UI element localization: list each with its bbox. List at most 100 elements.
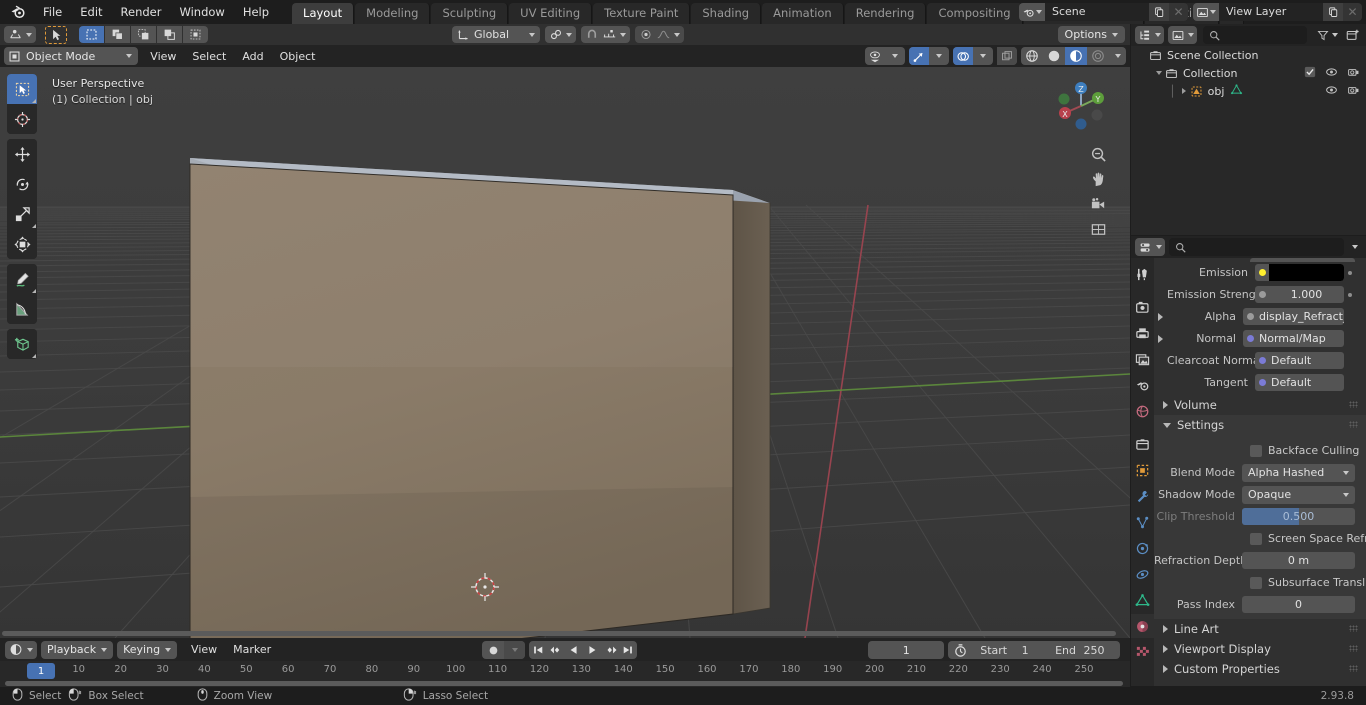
cursor-tool[interactable] [7,104,37,134]
new-collection-icon[interactable] [1345,28,1360,42]
tweak-select-box-tool[interactable] [7,74,37,104]
view-layer-browse-icon[interactable] [1193,3,1219,21]
auto-keying-toggle[interactable] [482,641,504,659]
active-tool-indicator[interactable] [45,25,67,44]
gizmo-chevron-down-icon[interactable] [929,47,949,65]
view-layer-new-icon[interactable] [1323,3,1343,21]
move-tool[interactable] [7,139,37,169]
blend-mode-select[interactable]: Alpha Hashed [1242,463,1355,482]
scale-tool[interactable] [7,199,37,229]
property-link-field[interactable]: display_Refract_inv... [1243,308,1344,325]
properties-editor-type[interactable] [1135,238,1165,256]
outliner-display-mode[interactable] [1168,26,1197,44]
outliner-row[interactable]: Collection [1131,64,1366,82]
scene-tab[interactable] [1131,373,1154,397]
property-value-field[interactable]: 1.000 [1255,286,1344,303]
panel-header-custom-properties[interactable]: Custom Properties [1154,659,1366,679]
output-tab[interactable] [1131,321,1154,345]
view-layer-name[interactable]: View Layer [1219,3,1323,21]
panel-header-volume[interactable]: Volume [1154,395,1366,415]
select-new-icon[interactable] [79,26,104,43]
viewport-menu-view[interactable]: View [142,48,184,65]
workspace-tab-sculpting[interactable]: Sculpting [431,3,509,24]
modifier-tab[interactable] [1131,484,1154,508]
overlays-chevron-down-icon[interactable] [973,47,993,65]
data-tab[interactable] [1131,588,1154,612]
view-layer-tab[interactable] [1131,347,1154,371]
stopwatch-icon[interactable] [953,643,968,658]
properties-options-chevron-down-icon[interactable] [1352,245,1358,249]
playback-menu[interactable]: Playback [41,640,114,659]
move-view-icon[interactable] [1087,168,1109,190]
expand-triangle-right-icon[interactable] [1154,312,1167,321]
timeline-scrollbar[interactable] [0,680,1130,687]
panel-grip[interactable] [1349,421,1358,428]
wireframe-shading-icon[interactable] [1021,47,1043,65]
timeline-ruler[interactable]: 10 20 30 40 50 60 70 80 90 100 110 120 130 140 150 160 1… [0,661,1130,682]
add-cube-tool[interactable] [7,329,37,359]
end-frame-value[interactable]: 250 [1080,644,1118,657]
row-render-toggle[interactable] [1347,84,1360,99]
object-tab[interactable] [1131,458,1154,482]
viewport-menu-add[interactable]: Add [234,48,271,65]
object-visibility-icon[interactable] [865,47,885,65]
editor-type-selector[interactable] [4,26,36,43]
timeline-menu-marker[interactable]: Marker [225,641,279,658]
subsurface-translucency-checkbox[interactable] [1250,576,1262,589]
rendered-shading-icon[interactable] [1087,47,1109,65]
rotate-tool[interactable] [7,169,37,199]
row-hide-toggle[interactable] [1325,66,1338,81]
outliner-editor-type[interactable] [1135,26,1164,44]
workspace-tab-compositing[interactable]: Compositing [927,3,1023,24]
refraction-depth-field[interactable]: 0 m [1242,552,1355,569]
properties-search-input[interactable] [1169,238,1344,256]
shading-chevron-down-icon[interactable] [1109,47,1126,65]
row-hide-toggle[interactable] [1325,84,1338,99]
outliner-row[interactable]: │ obj [1131,82,1366,100]
clip-threshold-slider[interactable]: 0.500 [1242,508,1355,525]
outliner-search-input[interactable] [1203,26,1307,44]
menu-edit[interactable]: Edit [71,2,111,22]
timeline-playhead[interactable]: 1 [27,663,55,679]
blender-logo-icon[interactable] [10,4,26,20]
workspace-tab-layout[interactable]: Layout [292,3,355,24]
transform-orientation-selector[interactable]: Global [452,26,541,43]
jump-to-end-button[interactable] [619,641,637,659]
screen-space-refraction-checkbox[interactable] [1250,532,1262,545]
view-layer-remove-button[interactable]: ✕ [1343,3,1362,21]
workspace-tab-rendering[interactable]: Rendering [844,3,927,24]
outliner-filter[interactable] [1313,26,1341,44]
start-frame-value[interactable]: 1 [1011,644,1049,657]
workspace-tab-texture-paint[interactable]: Texture Paint [593,3,691,24]
menu-render[interactable]: Render [112,2,171,22]
toggle-orthographic-icon[interactable] [1087,218,1109,240]
pivot-point-selector[interactable] [545,26,577,43]
3d-viewport[interactable]: User Perspective (1) Collection | obj Z … [0,67,1130,638]
shadow-mode-select[interactable]: Opaque [1242,485,1355,504]
texture-tab[interactable] [1131,640,1154,664]
animate-property-icon[interactable] [1344,292,1355,297]
property-link-field[interactable]: Normal/Map [1243,330,1344,347]
scene-name[interactable]: Scene [1045,3,1149,21]
transform-tool[interactable] [7,229,37,259]
backface-culling-checkbox[interactable] [1250,444,1262,457]
panel-grip[interactable] [1349,645,1358,652]
select-subtract-icon[interactable] [131,26,156,43]
scene-selector[interactable]: Scene ✕ [1019,3,1188,21]
expand-triangle-right-icon[interactable] [1178,88,1190,94]
next-keyframe-button[interactable] [601,641,619,659]
expand-triangle-down-icon[interactable] [1153,71,1165,75]
snap-group[interactable] [581,26,631,43]
workspace-tab-modeling[interactable]: Modeling [355,3,431,24]
play-reverse-button[interactable] [565,641,583,659]
measure-tool[interactable] [7,294,37,324]
visibility-chevron-down-icon[interactable] [885,47,905,65]
workspace-tab-animation[interactable]: Animation [762,3,844,24]
show-gizmo-icon[interactable] [909,47,929,65]
workspace-tab-shading[interactable]: Shading [691,3,762,24]
panel-grip[interactable] [1349,625,1358,632]
panel-grip[interactable] [1349,665,1358,672]
scene-browse-icon[interactable] [1019,3,1045,21]
expand-triangle-right-icon[interactable] [1154,334,1167,343]
workspace-tab-uv-editing[interactable]: UV Editing [509,3,593,24]
